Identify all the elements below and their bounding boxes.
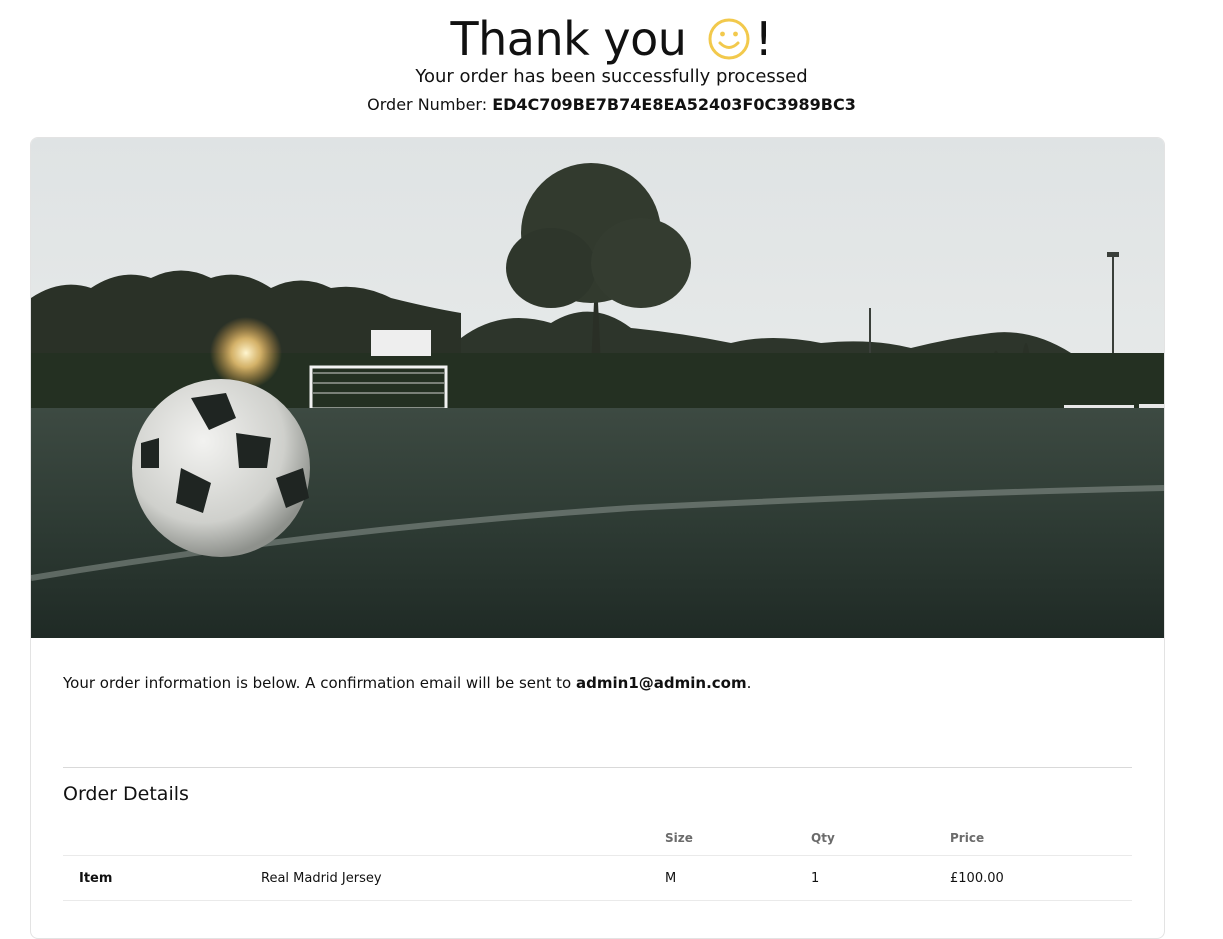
column-header-qty: Qty xyxy=(811,821,950,856)
page-title: Thank you ! xyxy=(0,10,1223,69)
order-number: Order Number: ED4C709BE7B74E8EA52403F0C3… xyxy=(0,93,1223,117)
page-title-text: Thank you xyxy=(450,12,687,66)
item-qty: 1 xyxy=(811,855,950,901)
order-number-label: Order Number: xyxy=(367,95,488,114)
page-title-exclamation: ! xyxy=(754,12,773,66)
column-header-name xyxy=(261,821,665,856)
success-message: Your order has been successfully process… xyxy=(415,66,808,87)
item-price: £100.00 xyxy=(950,855,1132,901)
order-info-text: Your order information is below. A confi… xyxy=(63,673,751,693)
order-card: Your order information is below. A confi… xyxy=(30,137,1165,939)
table-row: Item Real Madrid Jersey M 1 £100.00 xyxy=(63,855,1132,901)
order-details-table: Size Qty Price Item Real Madrid Jersey M… xyxy=(63,821,1132,901)
order-info-text-before: Your order information is below. A confi… xyxy=(63,674,572,692)
column-header-price: Price xyxy=(950,821,1132,856)
order-details-title: Order Details xyxy=(63,783,189,805)
section-divider xyxy=(63,767,1132,768)
smiley-face-icon xyxy=(708,18,750,59)
item-size: M xyxy=(665,855,811,901)
item-name: Real Madrid Jersey xyxy=(261,855,665,901)
column-header-label xyxy=(63,821,261,856)
row-label: Item xyxy=(63,855,261,901)
column-header-size: Size xyxy=(665,821,811,856)
order-info-text-after: . xyxy=(746,674,752,692)
order-number-value: ED4C709BE7B74E8EA52403F0C3989BC3 xyxy=(492,95,856,114)
confirmation-email: admin1@admin.com xyxy=(576,674,747,692)
table-header-row: Size Qty Price xyxy=(63,821,1132,856)
hero-image xyxy=(31,138,1164,638)
